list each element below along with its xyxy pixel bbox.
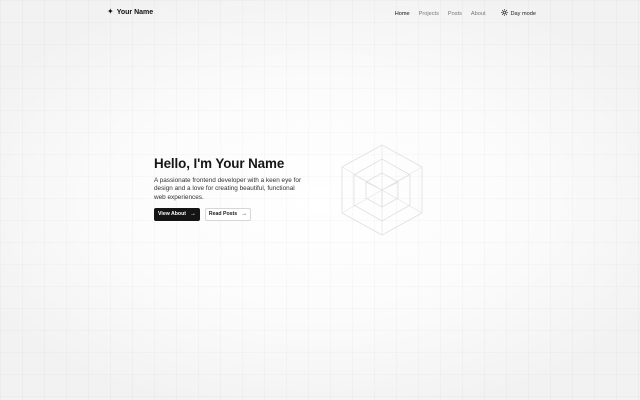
read-posts-button[interactable]: Read Posts → — [205, 207, 251, 221]
brand-name: Your Name — [116, 8, 154, 16]
view-about-button[interactable]: View About → — [154, 207, 200, 221]
nav-item-posts[interactable]: Posts — [448, 11, 462, 17]
brand-logo-link[interactable]: ✦ Your Name — [107, 8, 153, 16]
theme-toggle-button[interactable]: Day mode — [500, 9, 537, 18]
arrow-right-icon: → — [189, 211, 196, 218]
nav-item-about[interactable]: About — [471, 11, 486, 17]
read-posts-label: Read Posts — [208, 211, 238, 218]
nav-item-home[interactable]: Home — [395, 11, 410, 17]
main-nav: Home Projects Posts About Day mode — [386, 9, 536, 18]
sun-icon — [500, 9, 508, 18]
sparkle-icon: ✦ — [107, 7, 114, 16]
theme-toggle-label: Day mode — [510, 10, 537, 17]
hero-description: A passionate frontend developer with a k… — [154, 177, 302, 201]
site-header: ✦ Your Name Home Projects Posts About Da… — [0, 0, 640, 26]
nav-item-projects[interactable]: Projects — [419, 11, 439, 17]
hero-title: Hello, I'm Your Name — [154, 156, 285, 171]
hero-section: Hello, I'm Your Name A passionate fronte… — [154, 156, 324, 221]
view-about-label: View About — [158, 211, 186, 218]
nested-cube-icon — [340, 143, 424, 236]
arrow-right-icon: → — [241, 211, 248, 218]
hero-actions: View About → Read Posts → — [154, 207, 324, 221]
